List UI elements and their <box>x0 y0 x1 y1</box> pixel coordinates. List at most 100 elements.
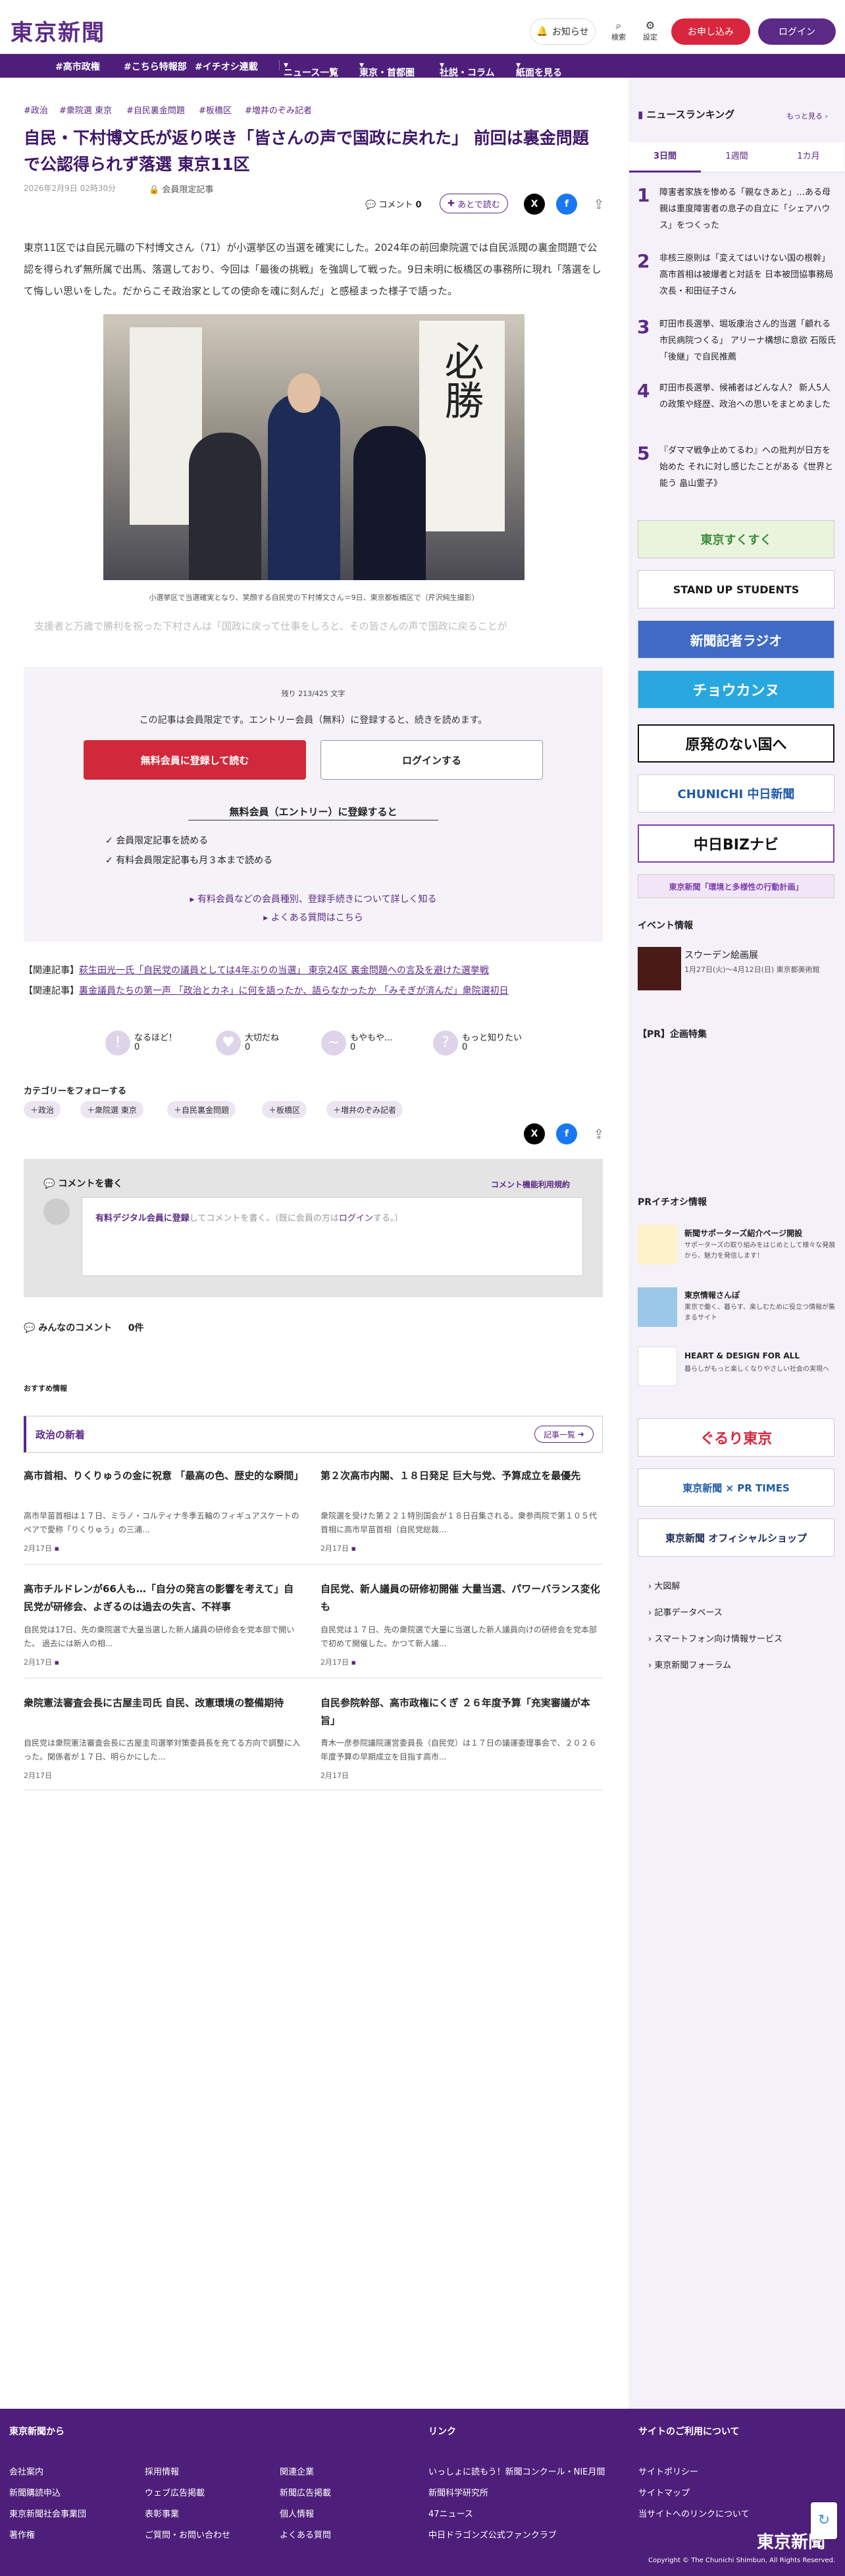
news-title[interactable]: 高市チルドレンが66人も…「自分の発言の影響を考えて」自民党が研修会、よぎるのは… <box>24 1580 303 1616</box>
news-title[interactable]: 第２次高市内閣、１８日発足 巨大与党、予算成立を最優先 <box>320 1467 600 1485</box>
ranking-more-link[interactable]: もっと見る › <box>786 111 828 121</box>
footer-link[interactable]: 著作権 <box>9 2528 35 2540</box>
footer-link[interactable]: いっしょに読もう！新聞コンクール・NIE月間 <box>428 2465 605 2477</box>
banner-chunichi[interactable]: CHUNICHI 中日新聞 <box>638 774 834 813</box>
footer-link[interactable]: 当サイトへのリンクについて <box>638 2507 750 2519</box>
footer-link[interactable]: 個人情報 <box>280 2507 314 2519</box>
read-later-button[interactable]: ✚ あとで読む <box>440 194 508 213</box>
sidebar-link[interactable]: › スマートフォン向け情報サービス <box>648 1632 782 1644</box>
comment-count[interactable]: 💬 コメント 0 <box>365 198 422 210</box>
footer-link[interactable]: よくある質問 <box>280 2528 331 2540</box>
facebook-share-icon[interactable]: f <box>556 1123 577 1144</box>
share-icon[interactable]: ⇪ <box>588 1123 609 1144</box>
nav-item[interactable]: 紙面を見る ▾ <box>516 60 562 78</box>
article-list-button[interactable]: 記事一覧 ➜ <box>534 1426 594 1443</box>
notice-button[interactable]: 🔔 お知らせ <box>530 18 596 45</box>
membership-info-link[interactable]: ▸ 有料会員などの会員種別、登録手続きについて詳しく知る <box>24 892 603 905</box>
related-article[interactable]: 【関連記事】裏金議員たちの第一声 「政治とカネ」に何を語ったか、語らなかったか … <box>24 984 509 997</box>
footer-link[interactable]: 関連企業 <box>280 2465 314 2477</box>
news-title[interactable]: 自民党、新人議員の研修初開催 大量当選、パワーバランス変化も <box>320 1580 600 1616</box>
banner-action-plan[interactable]: 東京新聞「環境と多様性の行動計画」 <box>638 874 834 898</box>
facebook-share-icon[interactable]: f <box>556 194 577 215</box>
footer-link[interactable]: 東京新聞社会事業団 <box>9 2507 86 2519</box>
photo-caption: 小選挙区で当選確実となり、笑顔する自民党の下村博文さん＝9日、東京都板橋区で（芹… <box>149 593 479 602</box>
login-button[interactable]: ログイン <box>758 18 836 45</box>
sidebar-link[interactable]: › 東京新聞フォーラム <box>648 1658 731 1671</box>
article-photo: 必勝 <box>103 314 525 580</box>
nav-item[interactable]: 東京・首都圏 ▾ <box>359 60 415 78</box>
footer-link[interactable]: ご質問・お問い合わせ <box>145 2528 230 2540</box>
sidebar-link[interactable]: › 大図解 <box>648 1579 680 1592</box>
search-button[interactable]: ⌕ 検索 <box>605 20 632 42</box>
banner-sukusuku[interactable]: 東京すくすく <box>638 520 834 558</box>
x-share-icon[interactable]: X <box>524 194 545 215</box>
tab-1month[interactable]: 1カ月 <box>773 142 844 173</box>
article-tag[interactable]: #板橋区 <box>199 103 232 116</box>
banner-shop[interactable]: 東京新聞 オフィシャルショップ <box>638 1518 834 1557</box>
share-icon[interactable]: ⇪ <box>588 194 609 215</box>
footer-link[interactable]: 47ニュース <box>428 2507 473 2519</box>
news-date: 2月17日 ▪ <box>320 1544 356 1553</box>
comment-input[interactable]: 有料デジタル会員に登録してコメントを書く。（既に会員の方はログインする。） <box>82 1197 583 1276</box>
footer-link[interactable]: 中日ドラゴンズ公式ファンクラブ <box>428 2528 557 2540</box>
member-icon: ▪ <box>351 1658 356 1667</box>
site-logo[interactable]: 東京新聞 <box>11 14 105 47</box>
footer-link[interactable]: 新聞科学研究所 <box>428 2486 488 2498</box>
pr-item-title[interactable]: HEART & DESIGN FOR ALL <box>684 1351 836 1360</box>
news-date: 2月17日 ▪ <box>24 1658 59 1667</box>
article-tag[interactable]: #自民裏金問題 <box>126 103 185 116</box>
news-summary: 青木一彦参院議院運営委員長（自民党）は１７日の議運委理事会で、２０２６年度予算の… <box>320 1738 597 1761</box>
settings-button[interactable]: ⚙ 設定 <box>637 20 663 42</box>
follow-tag[interactable]: ＋ 衆院選 東京 <box>80 1101 143 1118</box>
search-icon: ⌕ <box>615 19 622 32</box>
faq-link[interactable]: ▸ よくある質問はこちら <box>24 911 603 924</box>
sidebar-link[interactable]: › 記事データベース <box>648 1605 723 1618</box>
x-share-icon[interactable]: X <box>524 1123 545 1144</box>
nav-item[interactable]: #こちら特報部 <box>124 60 187 73</box>
event-name[interactable]: スウーデン絵画展 <box>684 948 758 961</box>
banner-radio[interactable]: 新聞記者ラジオ <box>638 620 834 658</box>
article-tag[interactable]: #衆院選 東京 <box>59 103 112 116</box>
article-tag[interactable]: #政治 <box>24 103 48 116</box>
nav-item[interactable]: ニュース一覧 ▾ <box>279 60 351 78</box>
nav-item[interactable]: #高市政権 <box>55 60 100 73</box>
banner-stand-up-students[interactable]: STAND UP STUDENTS <box>638 570 834 608</box>
gear-icon: ⚙ <box>645 19 655 32</box>
benefit-item: ✓ 会員限定記事を読める <box>105 836 209 846</box>
footer-link[interactable]: 採用情報 <box>145 2465 179 2477</box>
related-article[interactable]: 【関連記事】萩生田光一氏「自民党の議員としては4年ぶりの当選」 東京24区 裏金… <box>24 963 489 977</box>
pr-item-title[interactable]: 新聞サポーターズ紹介ページ開設 <box>684 1227 836 1239</box>
footer-link[interactable]: サイトマップ <box>638 2486 690 2498</box>
tab-3days[interactable]: 3日間 <box>629 142 701 173</box>
nav-item[interactable]: #イチオシ連載 <box>195 60 258 73</box>
footer-link[interactable]: 会社案内 <box>9 2465 43 2477</box>
pr-item-title[interactable]: 東京情報さんぽ <box>684 1289 836 1301</box>
footer-link[interactable]: 表彰事業 <box>145 2507 179 2519</box>
banner-chokanne[interactable]: チョウカンヌ <box>638 670 834 709</box>
news-title[interactable]: 衆院憲法審査会長に古屋圭司氏 自民、改憲環境の整備期待 <box>24 1694 303 1712</box>
nav-item[interactable]: 社説・コラム ▾ <box>440 60 495 78</box>
follow-tag[interactable]: ＋ 政治 <box>24 1101 61 1118</box>
article-tag[interactable]: #増井のぞみ記者 <box>245 103 312 116</box>
paywall-login-button[interactable]: ログインする <box>320 740 543 780</box>
comment-policy-link[interactable]: コメント機能利用規約 <box>491 1179 570 1190</box>
news-title[interactable]: 高市首相、りくりゅうの金に祝意 「最高の色、歴史的な瞬間」 <box>24 1467 303 1485</box>
footer-link[interactable]: 新聞購読申込 <box>9 2486 61 2498</box>
banner-pr-times[interactable]: 東京新聞 × PR TIMES <box>638 1468 834 1507</box>
ranking-title: ▮ ニュースランキング <box>638 109 735 121</box>
banner-biz-navi[interactable]: 中日BIZナビ <box>638 824 834 863</box>
news-title[interactable]: 自民参院幹部、高市政権にくぎ ２６年度予算「充実審議が本旨」 <box>320 1694 600 1730</box>
tab-1week[interactable]: 1週間 <box>701 142 773 173</box>
banner-gururi[interactable]: ぐるり東京 <box>638 1418 834 1457</box>
follow-tag[interactable]: ＋ 増井のぞみ記者 <box>326 1101 403 1118</box>
footer-link[interactable]: ウェブ広告掲載 <box>145 2486 205 2498</box>
banner-no-nuclear[interactable]: 原発のない国へ <box>638 724 834 763</box>
follow-tag[interactable]: ＋ 自民裏金問題 <box>167 1101 236 1118</box>
footer-link[interactable]: 新聞広告掲載 <box>280 2486 331 2498</box>
register-button[interactable]: 無料会員に登録して読む <box>84 740 306 780</box>
subscribe-button[interactable]: お申し込み <box>671 18 750 45</box>
comment-icon: 💬 <box>365 200 376 210</box>
follow-tag[interactable]: ＋ 板橋区 <box>262 1101 307 1118</box>
pr-item-desc: 暮らしがもっと楽しくなりやさしい社会の実現へ <box>684 1366 829 1373</box>
footer-link[interactable]: サイトポリシー <box>638 2465 698 2477</box>
